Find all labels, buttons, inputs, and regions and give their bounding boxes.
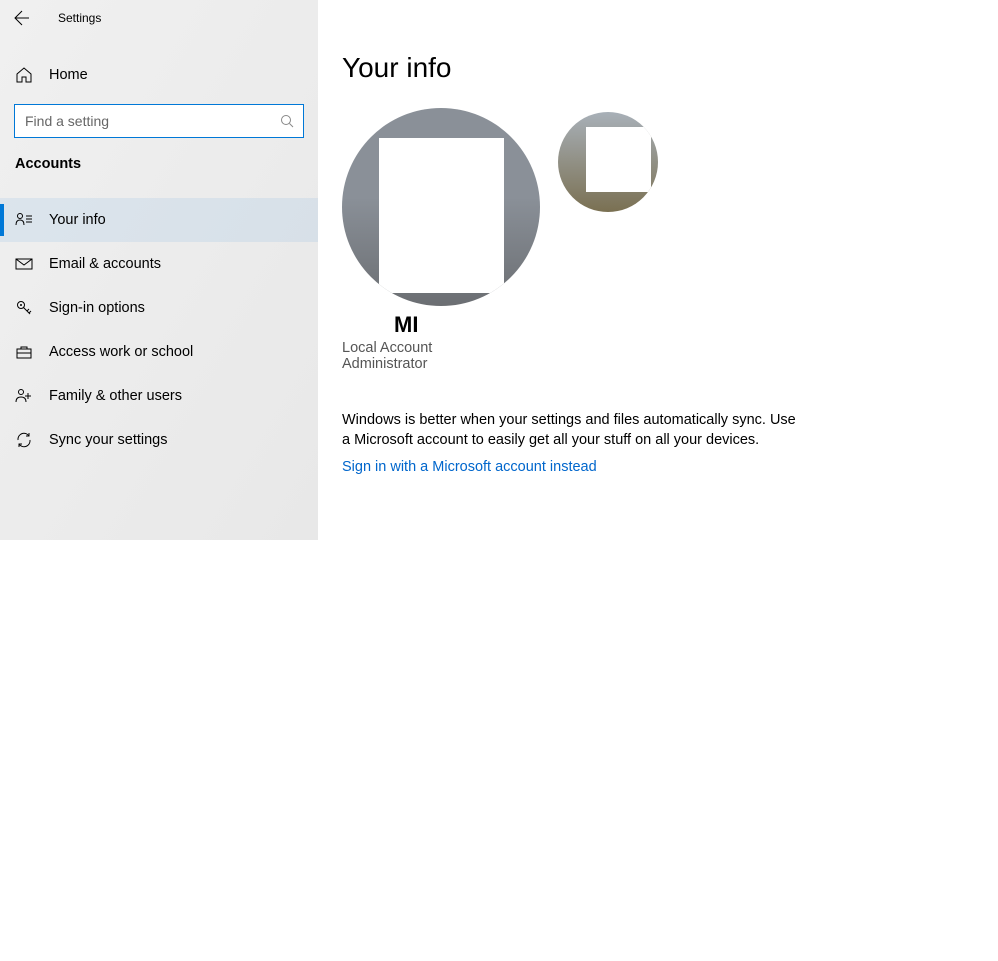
nav-access-work[interactable]: Access work or school <box>0 330 318 374</box>
home-icon <box>15 66 33 84</box>
nav-your-info[interactable]: Your info <box>0 198 318 242</box>
avatar-small[interactable] <box>558 112 658 212</box>
nav-item-label: Access work or school <box>49 344 193 360</box>
avatar-large[interactable] <box>342 108 540 306</box>
sidebar: Settings Home Accounts Your info Email & <box>0 0 318 540</box>
main-content: Your info MI Local Account Administrator… <box>318 0 998 961</box>
user-name: MI <box>394 312 998 338</box>
home-nav[interactable]: Home <box>0 54 318 96</box>
user-role: Administrator <box>342 356 998 372</box>
nav-family-users[interactable]: Family & other users <box>0 374 318 418</box>
search-input[interactable] <box>14 104 304 138</box>
user-detail-icon <box>15 211 33 229</box>
account-description: Windows is better when your settings and… <box>342 410 802 451</box>
nav-sync-settings[interactable]: Sync your settings <box>0 418 318 462</box>
key-icon <box>15 299 33 317</box>
nav-item-label: Email & accounts <box>49 256 161 272</box>
sync-icon <box>15 431 33 449</box>
signin-microsoft-link[interactable]: Sign in with a Microsoft account instead <box>342 459 597 475</box>
nav-item-label: Your info <box>49 212 106 228</box>
app-title: Settings <box>58 11 101 25</box>
account-type: Local Account <box>342 340 998 356</box>
avatar-row <box>342 108 998 306</box>
page-title: Your info <box>342 52 998 84</box>
search-wrapper <box>0 96 318 138</box>
briefcase-icon <box>15 343 33 361</box>
nav-list: Your info Email & accounts Sign-in optio… <box>0 198 318 462</box>
nav-signin-options[interactable]: Sign-in options <box>0 286 318 330</box>
mail-icon <box>15 255 33 273</box>
nav-item-label: Family & other users <box>49 388 182 404</box>
nav-item-label: Sync your settings <box>49 432 167 448</box>
titlebar: Settings <box>0 0 318 36</box>
people-icon <box>15 387 33 405</box>
back-button[interactable] <box>14 10 30 26</box>
section-header: Accounts <box>0 138 318 182</box>
nav-item-label: Sign-in options <box>49 300 145 316</box>
nav-email-accounts[interactable]: Email & accounts <box>0 242 318 286</box>
back-arrow-icon <box>14 10 30 26</box>
home-label: Home <box>49 67 88 83</box>
